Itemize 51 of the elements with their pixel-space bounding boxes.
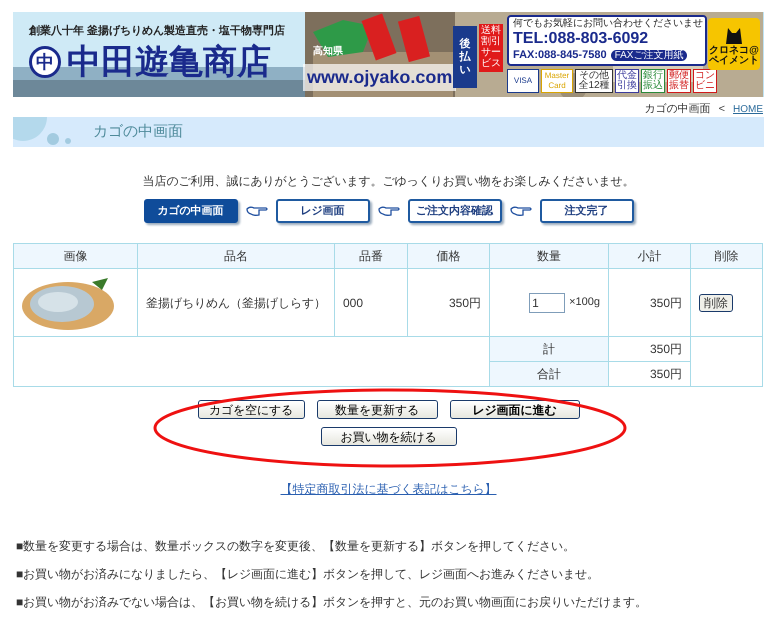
- action-button[interactable]: お買い物を続ける: [320, 427, 456, 446]
- instruction-note: ■お買い物がお済みでない場合は、【お買い物を続ける】ボタンを押すと、元のお買い物画面にお戻りいただけます。: [16, 594, 648, 610]
- payment-method-badge: 銀行振込: [641, 69, 665, 93]
- price-cell: 350円: [408, 268, 490, 336]
- subtotal-cell: 350円: [608, 268, 690, 336]
- home-link[interactable]: HOME: [733, 102, 763, 116]
- prefecture-label: 高知県: [313, 44, 343, 59]
- fax-order-badge: FAXご注文用紙: [610, 50, 688, 60]
- column-header: 価格: [408, 244, 490, 268]
- page-title: カゴの中画面: [93, 122, 183, 142]
- payment-method-badge: 郵便振替: [667, 69, 691, 93]
- product-name: 釜揚げちりめん（釜揚げしらす）: [138, 268, 334, 336]
- fax-number: FAX:088-845-7580: [513, 48, 607, 62]
- instruction-note: ■お買い物がお済みになりましたら、【レジ画面に進む】ボタンを押して、レジ画面へお進みくださいませ。: [16, 566, 600, 582]
- payment-method-badge: MasterCard: [541, 69, 573, 93]
- payment-method-badge: VISA: [507, 69, 539, 93]
- payment-method-badge: コンビニ: [693, 69, 717, 93]
- total-label: 合計: [490, 362, 608, 386]
- total-label: 計: [490, 336, 608, 362]
- yamato-label: クロネコ@ペイメント: [708, 46, 760, 66]
- pointing-hand-icon: [246, 205, 268, 217]
- action-button[interactable]: 数量を更新する: [316, 400, 438, 419]
- column-header: 画像: [14, 244, 138, 268]
- quantity-field[interactable]: 1: [529, 292, 566, 312]
- action-button[interactable]: カゴを空にする: [198, 400, 304, 419]
- action-button[interactable]: レジ画面に進む: [450, 400, 580, 419]
- shipping-discount-badge: 送料割引サービス: [479, 24, 503, 72]
- column-header: 数量: [490, 244, 608, 268]
- pointing-hand-icon: [378, 205, 400, 217]
- intro-text: 当店のご利用、誠にありがとうございます。ごゆっくりお買い物をお楽しみくださいませ。: [142, 173, 636, 189]
- column-header: 品名: [138, 244, 334, 268]
- deferred-payment-badge: 後払い: [453, 26, 477, 88]
- column-header: 小計: [608, 244, 690, 268]
- breadcrumb-separator: <: [718, 102, 725, 117]
- tagline: 創業八十年 釜揚げちりめん製造直売・塩干物専門店: [29, 24, 286, 39]
- column-header: 品番: [334, 244, 408, 268]
- shop-name: 中田遊亀商店: [67, 42, 271, 82]
- phone-number: TEL:088-803-6092: [513, 30, 650, 48]
- legal-notice-link[interactable]: 【特定商取引法に基づく表記はこちら】: [280, 480, 496, 498]
- breadcrumb-current: カゴの中画面: [644, 102, 711, 117]
- website-url: www.ojyako.com: [303, 64, 456, 91]
- instruction-note: ■数量を変更する場合は、数量ボックスの数字を変更後、【数量を更新する】ボタンを押してください。: [16, 538, 576, 554]
- contact-note: 何でもお気軽にお問い合わせくださいませ: [513, 17, 703, 30]
- payment-method-badge: その他全12種: [575, 69, 613, 93]
- unit-label: ×100g: [569, 295, 600, 310]
- total-value: 350円: [608, 336, 690, 362]
- pointing-hand-icon: [510, 205, 532, 217]
- product-code: 000: [334, 268, 408, 336]
- column-header: 削除: [690, 244, 762, 268]
- payment-method-badge: 代金引換: [615, 69, 639, 93]
- delete-button[interactable]: 削除: [699, 294, 733, 312]
